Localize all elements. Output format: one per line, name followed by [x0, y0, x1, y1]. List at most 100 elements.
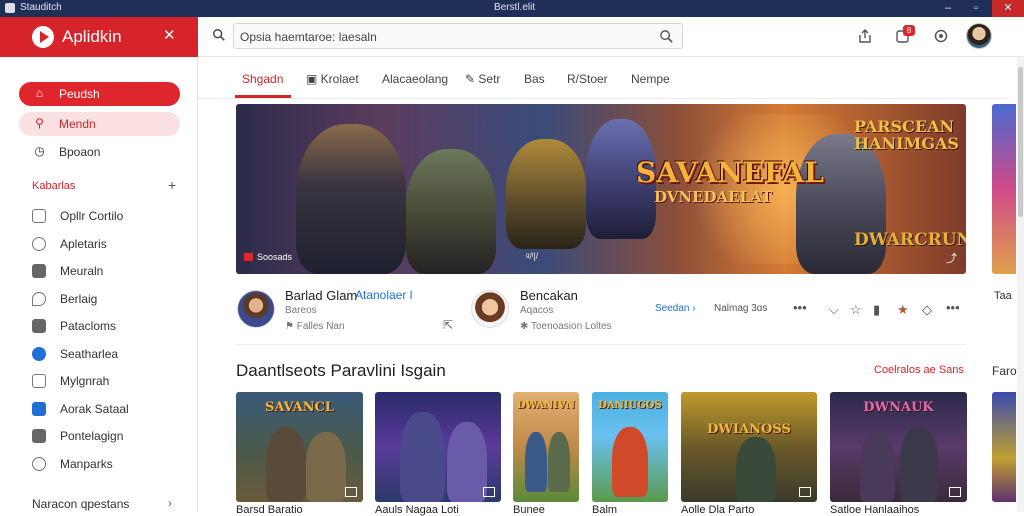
logo-icon[interactable] [32, 26, 54, 48]
user-avatar[interactable] [966, 23, 992, 49]
brand-header: Aplidkin ✕ [0, 17, 198, 57]
thumbnail-title: DWNAUK [863, 400, 934, 415]
notification-badge: 8 [903, 25, 915, 36]
send-icon[interactable]: ⌵ [829, 302, 839, 318]
close-icon[interactable]: ✕ [992, 0, 1024, 17]
game-thumbnail[interactable] [375, 392, 501, 502]
search-icon[interactable] [212, 28, 226, 42]
creator-avatar[interactable] [237, 290, 275, 328]
tab-5[interactable]: Bas [524, 72, 545, 86]
hero-character [796, 134, 886, 274]
creator-sub: Bareos [285, 305, 317, 316]
channel-chip[interactable]: Seedan › [655, 303, 696, 314]
chevron-right-icon[interactable]: › [168, 496, 172, 510]
next-banner-peek[interactable] [992, 104, 1016, 274]
tab-6[interactable]: R/Stoer [567, 72, 608, 86]
sidebar-item-label: Mendn [59, 117, 96, 131]
upload-icon[interactable] [857, 28, 873, 44]
thumbnail-caption: Bunee [513, 504, 545, 516]
see-all-link[interactable]: Coelralos ae Sans [874, 364, 964, 376]
check-circle-icon [32, 347, 46, 361]
next-thumbnail-peek[interactable] [992, 392, 1016, 502]
scrollbar[interactable] [1017, 57, 1024, 512]
tag-action-icon[interactable]: ◇ [922, 302, 932, 318]
more-options[interactable]: ••• [793, 300, 807, 315]
tag-icon [32, 292, 46, 306]
search-input[interactable]: Opsia haemtaroe: laesaln [233, 23, 683, 49]
expand-icon[interactable] [483, 487, 495, 497]
game-thumbnail[interactable]: DWANIVN [513, 392, 579, 502]
search-submit-icon[interactable] [659, 29, 674, 44]
creator-link[interactable]: Atanolaer l [355, 288, 412, 302]
star-icon[interactable]: ☆ [850, 302, 862, 318]
hero-subtitle: DVNEDAELAT [654, 188, 773, 206]
sidebar-item-home[interactable]: ⌂ Peudsh [19, 82, 180, 106]
building-icon [32, 264, 46, 278]
thumbnail-title: SAVANCL [264, 400, 335, 415]
bookmark-icon[interactable]: ⇱ [443, 318, 453, 332]
add-icon[interactable]: + [168, 177, 176, 193]
section-title: Daantlseots Paravlini Isgain [236, 361, 446, 380]
share-icon[interactable]: ⤴ [946, 250, 957, 266]
thumbnail-figure [612, 427, 648, 497]
tab-home[interactable]: Shgadn [242, 72, 283, 86]
creator-name[interactable]: Barlad Glam [285, 288, 357, 303]
game-thumbnail[interactable]: SAVANCL [236, 392, 363, 502]
sidebar-item-search[interactable]: ⚲ Mendn [19, 112, 180, 136]
thumbnail-figure [860, 432, 895, 502]
tab-7[interactable]: Nempe [631, 72, 670, 86]
expand-icon[interactable] [949, 487, 961, 497]
sidebar-item-label: Peudsh [59, 87, 100, 101]
hero-indicator: ᵍ/ˡ|/ [526, 251, 539, 261]
overflow-menu[interactable]: ••• [946, 300, 960, 315]
top-bar: Opsia haemtaroe: laesaln 8 [198, 17, 1024, 57]
window-titlebar: Stauditch Berstl.elit – ▫ ✕ [0, 0, 1024, 17]
thumbnail-figure [525, 432, 547, 492]
brand-name[interactable]: Aplidkin [62, 27, 122, 47]
thumbnail-figure [266, 427, 306, 502]
game-thumbnail[interactable]: DWIANOSS [681, 392, 817, 502]
creator2-sub: Aqacos [520, 305, 554, 316]
folder-icon [32, 429, 46, 443]
window-title: Berstl.elit [494, 2, 536, 13]
tab-3[interactable]: Alacaeolang [382, 72, 448, 86]
thumbnail-caption: Barsd Baratio [236, 504, 303, 516]
thumbnail-figure [306, 432, 346, 502]
thumbnail-figure [400, 412, 445, 502]
minimize-icon[interactable]: – [934, 0, 962, 17]
game-thumbnail[interactable]: DANIUGOS [592, 392, 668, 502]
divider [198, 98, 1008, 99]
favorite-icon[interactable]: ★ [897, 302, 909, 318]
game-thumbnail[interactable]: DWNAUK [830, 392, 967, 502]
thumbnail-caption: Satloe Hanlaaihos [830, 504, 920, 516]
close-sidebar-icon[interactable]: ✕ [163, 26, 176, 44]
expand-icon[interactable] [345, 487, 357, 497]
settings-icon[interactable] [933, 28, 949, 44]
pin-icon[interactable]: ▮ [873, 302, 880, 318]
thumbnail-figure [736, 437, 776, 502]
thumbnail-figure [447, 422, 487, 502]
tab-2[interactable]: ▣ Krolaet [306, 72, 359, 86]
scrollbar-thumb[interactable] [1018, 67, 1023, 217]
creator2-name[interactable]: Bencakan [520, 288, 578, 303]
window-app-name: Stauditch [20, 2, 62, 13]
hero-banner[interactable]: SAVANEFAL DVNEDAELAT PARSCEAN HANIMGAS D… [236, 104, 966, 274]
expand-icon[interactable] [799, 487, 811, 497]
sidebar-item-history[interactable]: ◷ Bpoaon [19, 140, 180, 164]
sidebar-footer-link[interactable]: Naracon qpestans [32, 497, 129, 511]
peek-label: Taa [994, 290, 1012, 302]
clock-icon: ◷ [34, 144, 45, 158]
hero-badge-top: PARSCEAN HANIMGAS [854, 117, 959, 153]
thumbnail-title: DANIUGOS [598, 400, 662, 411]
maximize-icon[interactable]: ▫ [962, 0, 990, 17]
creator-sub2: ⚑ Falles Nan [285, 321, 345, 332]
gear-icon [32, 457, 46, 471]
divider [236, 344, 966, 345]
hero-title: SAVANEFAL [636, 156, 824, 189]
key-icon [32, 237, 46, 251]
thumbnail-figure [900, 427, 938, 502]
tab-4[interactable]: ✎ Setr [465, 72, 500, 86]
hero-caption: Soosads [244, 252, 292, 262]
sidebar-item-label: Bpoaon [59, 145, 101, 159]
creator2-avatar[interactable] [471, 290, 509, 328]
